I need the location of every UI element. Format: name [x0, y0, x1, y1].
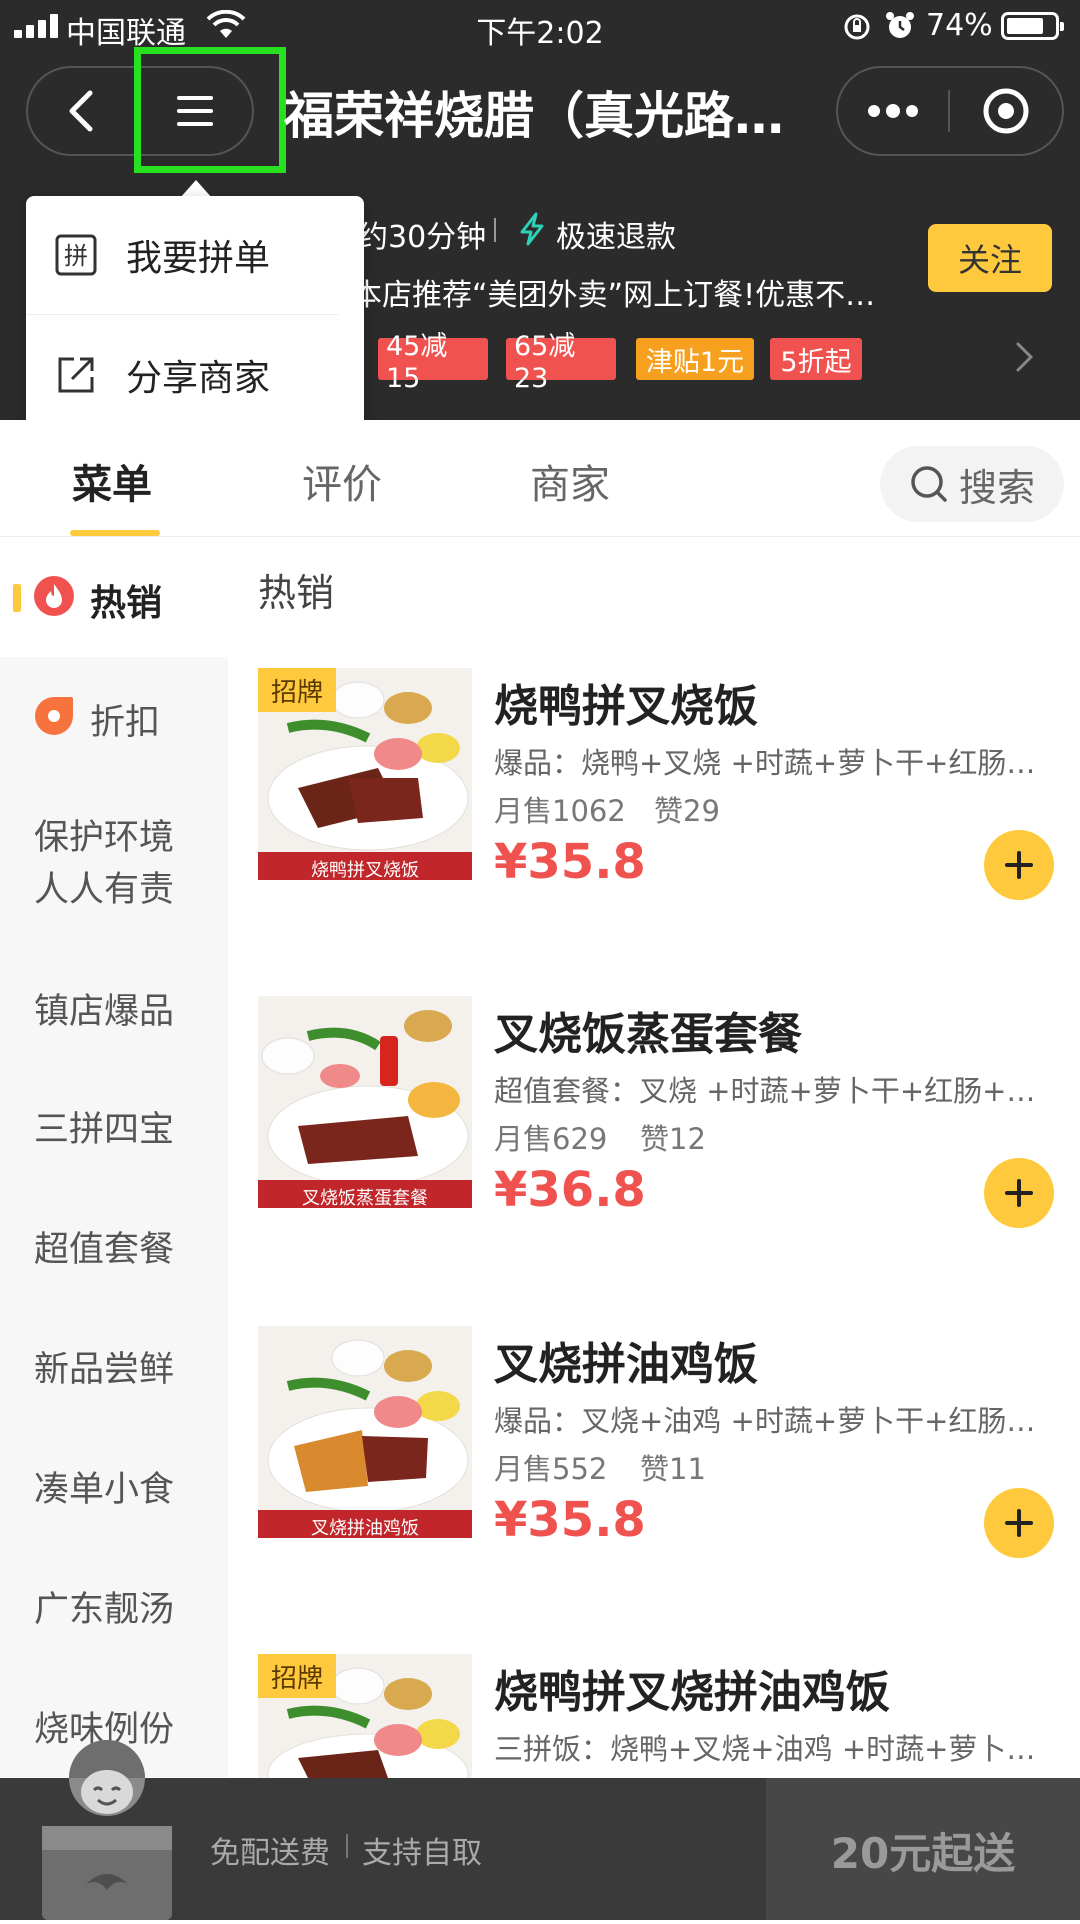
rotation-lock-icon	[842, 12, 872, 46]
add-to-cart-button[interactable]	[984, 1158, 1054, 1228]
page-title: 福荣祥烧腊（真光路…	[284, 87, 784, 145]
free-delivery-label: 免配送费	[210, 1836, 330, 1871]
category-item[interactable]: 保护环境人人有责	[34, 812, 184, 916]
category-label: 热销	[90, 583, 163, 624]
courier-mascot-icon[interactable]	[32, 1738, 182, 1924]
category-item[interactable]: 新品尝鲜	[34, 1344, 174, 1396]
discount-tag-icon	[32, 694, 76, 742]
product-price: ¥36.8	[494, 1162, 646, 1218]
chevron-left-icon	[69, 90, 93, 132]
more-dots-icon	[868, 104, 918, 118]
menu-button-highlight	[134, 47, 286, 173]
divider	[494, 218, 496, 242]
promo-tag: 5折起	[770, 338, 862, 380]
category-item[interactable]: 凑单小食	[34, 1464, 174, 1516]
product-description: 超值套餐：叉烧 +时蔬+萝卜干+红肠+…	[494, 1074, 1036, 1108]
plus-icon	[1005, 1179, 1033, 1207]
more-button[interactable]	[838, 66, 948, 156]
close-mini-program-button[interactable]	[950, 66, 1062, 156]
pickup-label: 支持自取	[362, 1836, 482, 1871]
active-tab-indicator	[70, 530, 160, 536]
chevron-right-icon[interactable]	[1014, 340, 1036, 378]
alarm-icon	[884, 10, 916, 46]
category-item[interactable]: 镇店爆品	[34, 986, 174, 1038]
monthly-sales: 月售629	[494, 1122, 608, 1156]
promo-tag: 津贴1元	[636, 338, 754, 380]
image-caption: 叉烧拼油鸡饭	[311, 1518, 419, 1538]
promo-tag: 45减15	[378, 331, 488, 394]
battery-percent: 74%	[926, 8, 993, 43]
menu-item-label: 分享商家	[126, 358, 271, 399]
category-label: 折扣	[90, 703, 161, 743]
join-order-icon: 拼	[26, 233, 126, 277]
promo-tag: 65减23	[506, 331, 616, 394]
likes-count: 赞12	[640, 1122, 706, 1156]
search-button[interactable]: 搜索	[880, 446, 1064, 522]
minimum-order: 20元起送	[830, 1829, 1016, 1878]
battery-icon	[1001, 12, 1064, 40]
store-notice: 本店推荐“美团外卖”网上订餐!优惠不…	[352, 278, 876, 313]
follow-button[interactable]: 关注	[928, 224, 1052, 292]
add-to-cart-button[interactable]	[984, 1488, 1054, 1558]
product-image[interactable]: 叉烧饭蒸蛋套餐	[258, 996, 472, 1208]
divider	[346, 1834, 348, 1858]
plus-icon	[1005, 851, 1033, 879]
product-name[interactable]: 烧鸭拼叉烧拼油鸡饭	[494, 1656, 890, 1720]
back-button[interactable]	[26, 66, 136, 156]
likes-count: 赞29	[654, 794, 720, 828]
signature-badge: 招牌	[258, 668, 336, 712]
search-icon	[911, 466, 947, 502]
product-name[interactable]: 叉烧饭蒸蛋套餐	[494, 998, 802, 1062]
divider	[26, 314, 338, 315]
flame-icon	[32, 574, 76, 622]
image-caption: 叉烧饭蒸蛋套餐	[302, 1188, 428, 1208]
search-label: 搜索	[958, 465, 1035, 510]
tab-menu[interactable]: 菜单	[72, 452, 152, 510]
menu-item-label: 我要拼单	[126, 238, 271, 279]
monthly-sales: 月售552	[494, 1452, 608, 1486]
svg-text:拼: 拼	[64, 242, 88, 270]
product-name[interactable]: 叉烧拼油鸡饭	[494, 1328, 758, 1392]
product-price: ¥35.8	[494, 834, 646, 890]
tab-merchant[interactable]: 商家	[530, 452, 610, 510]
signature-badge: 招牌	[258, 1654, 336, 1698]
add-to-cart-button[interactable]	[984, 830, 1054, 900]
category-item[interactable]: 超值套餐	[34, 1224, 174, 1276]
active-category-indicator	[13, 584, 21, 612]
menu-item-share-store[interactable]: 分享商家	[26, 316, 364, 434]
product-description: 爆品：烧鸭+叉烧 +时蔬+萝卜干+红肠…	[494, 746, 1036, 780]
category-item[interactable]: 广东靓汤	[34, 1584, 174, 1636]
section-title: 热销	[258, 571, 335, 615]
image-caption: 烧鸭拼叉烧饭	[311, 860, 419, 880]
product-name[interactable]: 烧鸭拼叉烧饭	[494, 670, 758, 734]
fast-refund-label: 极速退款	[556, 220, 676, 255]
share-icon	[26, 353, 126, 397]
clock: 下午2:02	[476, 16, 604, 51]
target-circle-icon	[983, 88, 1029, 134]
menu-item-join-order[interactable]: 拼 我要拼单	[26, 196, 364, 314]
product-price: ¥35.8	[494, 1492, 646, 1548]
plus-icon	[1005, 1509, 1033, 1537]
product-description: 爆品：叉烧+油鸡 +时蔬+萝卜干+红肠…	[494, 1404, 1036, 1438]
likes-count: 赞11	[640, 1452, 706, 1486]
lightning-icon	[518, 212, 546, 250]
product-description: 三拼饭：烧鸭+叉烧+油鸡 +时蔬+萝卜…	[494, 1732, 1036, 1766]
product-image[interactable]: 叉烧拼油鸡饭	[258, 1326, 472, 1538]
category-item[interactable]: 三拼四宝	[34, 1104, 174, 1156]
delivery-time: 约30分钟	[358, 220, 487, 255]
monthly-sales: 月售1062	[494, 794, 626, 828]
tab-reviews[interactable]: 评价	[302, 452, 382, 510]
